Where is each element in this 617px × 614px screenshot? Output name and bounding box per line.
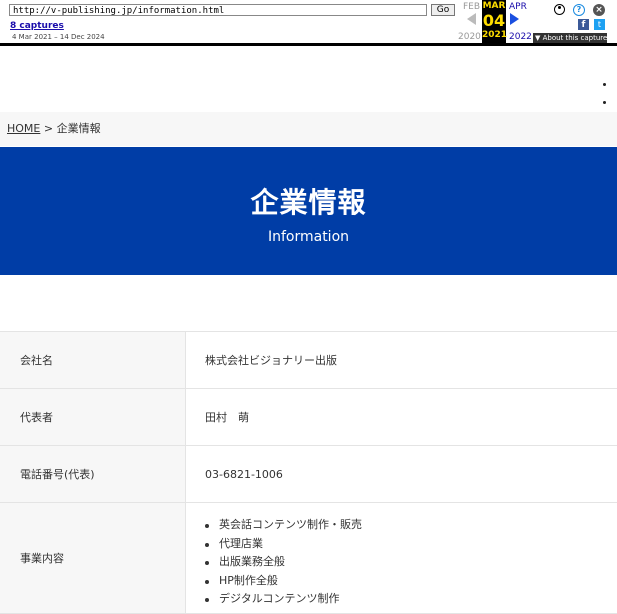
next-month-label[interactable]: APR bbox=[509, 2, 527, 12]
breadcrumb: HOME > 企業情報 bbox=[0, 112, 617, 146]
wayback-toolbar: http://v-publishing.jp/information.html … bbox=[0, 0, 617, 46]
row-label: 会社名 bbox=[0, 332, 185, 388]
table-row: 電話番号(代表) 03-6821-1006 bbox=[0, 446, 617, 503]
table-row: 代表者 田村 萌 bbox=[0, 389, 617, 446]
row-label: 事業内容 bbox=[0, 503, 185, 613]
page-title: 企業情報 bbox=[250, 186, 367, 219]
facebook-icon[interactable]: f bbox=[578, 19, 589, 30]
company-info-table: 会社名 株式会社ビジョナリー出版 代表者 田村 萌 電話番号(代表) 03-68… bbox=[0, 331, 617, 614]
page-hero: 企業情報 Information bbox=[0, 147, 617, 275]
next-year-label[interactable]: 2022 bbox=[509, 32, 532, 42]
user-icon[interactable] bbox=[554, 4, 565, 15]
wayback-go-button[interactable]: Go bbox=[431, 4, 455, 16]
breadcrumb-separator: > bbox=[43, 122, 54, 135]
twitter-icon[interactable]: t bbox=[594, 19, 605, 30]
breadcrumb-current: 企業情報 bbox=[56, 122, 101, 135]
help-icon[interactable]: ? bbox=[573, 4, 585, 16]
row-value: 田村 萌 bbox=[185, 389, 617, 445]
row-value: 英会話コンテンツ制作・販売 代理店業 出版業務全般 HP制作全般 デジタルコンテ… bbox=[185, 503, 617, 613]
next-capture-arrow-icon[interactable] bbox=[510, 13, 519, 25]
captures-link[interactable]: 8 captures bbox=[10, 21, 64, 31]
list-item: 出版業務全般 bbox=[205, 553, 362, 572]
current-day: 04 bbox=[482, 11, 506, 30]
list-item: 英会話コンテンツ制作・販売 bbox=[205, 516, 362, 535]
wayback-url-input[interactable]: http://v-publishing.jp/information.html bbox=[9, 4, 427, 16]
nav-bullet-icon bbox=[603, 83, 606, 86]
list-item: 代理店業 bbox=[205, 535, 362, 554]
capture-date-range: 4 Mar 2021 – 14 Dec 2024 bbox=[12, 33, 105, 41]
current-year: 2021 bbox=[482, 30, 508, 40]
breadcrumb-home-link[interactable]: HOME bbox=[7, 122, 40, 135]
table-row: 会社名 株式会社ビジョナリー出版 bbox=[0, 332, 617, 389]
row-value: 03-6821-1006 bbox=[185, 446, 617, 502]
services-list: 英会話コンテンツ制作・販売 代理店業 出版業務全般 HP制作全般 デジタルコンテ… bbox=[205, 516, 362, 609]
prev-month-label[interactable]: FEB bbox=[463, 2, 480, 12]
current-capture-date: MAR 04 2021 bbox=[482, 0, 508, 43]
row-label: 代表者 bbox=[0, 389, 185, 445]
prev-capture-arrow-icon[interactable] bbox=[467, 13, 476, 25]
table-row: 事業内容 英会話コンテンツ制作・販売 代理店業 出版業務全般 HP制作全般 デジ… bbox=[0, 503, 617, 614]
list-item: HP制作全般 bbox=[205, 572, 362, 591]
row-label: 電話番号(代表) bbox=[0, 446, 185, 502]
list-item: デジタルコンテンツ制作 bbox=[205, 590, 362, 609]
prev-year-label[interactable]: 2020 bbox=[458, 32, 481, 42]
page-subtitle: Information bbox=[267, 229, 350, 245]
about-capture-button[interactable]: ▼ About this capture bbox=[533, 33, 607, 43]
nav-bullet-icon bbox=[603, 101, 606, 104]
close-icon[interactable]: × bbox=[593, 4, 605, 16]
row-value: 株式会社ビジョナリー出版 bbox=[185, 332, 617, 388]
